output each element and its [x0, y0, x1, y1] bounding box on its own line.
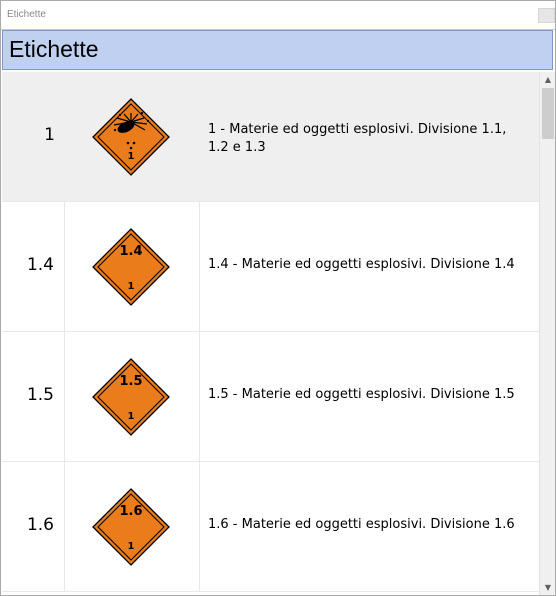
explosive-bomb-icon: 1: [92, 98, 170, 176]
svg-text:1.4: 1.4: [119, 244, 142, 259]
svg-text:1: 1: [128, 151, 135, 162]
labels-list[interactable]: 1 1 1 - Materie ed oggetti esplosivi. Di…: [2, 72, 539, 595]
window-title: Etichette: [7, 9, 46, 20]
number-cell: 1.4: [2, 202, 65, 331]
close-button[interactable]: [538, 8, 555, 23]
list-item[interactable]: 1.6 1.6 1 1.6 - Materie ed oggetti esplo…: [2, 462, 539, 592]
label-number: 1.5: [26, 385, 54, 405]
scroll-up-arrow-icon[interactable]: ▲: [540, 72, 555, 88]
vertical-scrollbar[interactable]: ▲ ▼: [539, 72, 555, 595]
scroll-down-arrow-icon[interactable]: ▼: [540, 580, 555, 595]
label-description: 1.6 - Materie ed oggetti esplosivi. Divi…: [208, 517, 515, 532]
svg-text:1: 1: [128, 281, 135, 292]
label-description: 1.5 - Materie ed oggetti esplosivi. Divi…: [208, 387, 515, 402]
label-number: 1.6: [26, 515, 54, 535]
explosive-1-5-placard-icon: 1.5 1: [92, 358, 170, 436]
label-description: 1.4 - Materie ed oggetti esplosivi. Divi…: [208, 257, 515, 272]
scrollbar-thumb[interactable]: [542, 88, 554, 139]
icon-cell: 1: [65, 72, 200, 201]
label-description: 1 - Materie ed oggetti esplosivi. Divisi…: [208, 122, 507, 155]
number-cell: 1.5: [2, 332, 65, 461]
page-title: Etichette: [9, 36, 99, 62]
icon-cell: 1.5 1: [65, 332, 200, 461]
label-number: 1: [44, 125, 55, 145]
label-number: 1.4: [26, 255, 54, 275]
icon-cell: 1.4 1: [65, 202, 200, 331]
number-cell: 1: [2, 72, 65, 201]
svg-text:1: 1: [128, 541, 135, 552]
list-item[interactable]: 1 1 1 - Materie ed oggetti esplosivi. Di…: [2, 72, 539, 202]
etichette-window: Etichette Etichette 1 1 1 - Materie ed o…: [0, 0, 556, 596]
list-item[interactable]: 1.4 1.4 1 1.4 - Materie ed oggetti esplo…: [2, 202, 539, 332]
svg-text:1.5: 1.5: [119, 374, 142, 389]
svg-text:1.6: 1.6: [119, 504, 142, 519]
list-item[interactable]: 1.5 1.5 1 1.5 - Materie ed oggetti esplo…: [2, 332, 539, 462]
svg-text:1: 1: [128, 411, 135, 422]
title-bar: Etichette: [1, 1, 555, 30]
number-cell: 1.6: [2, 462, 65, 591]
page-header: Etichette: [2, 30, 553, 70]
explosive-1-4-placard-icon: 1.4 1: [92, 228, 170, 306]
icon-cell: 1.6 1: [65, 462, 200, 591]
explosive-1-6-placard-icon: 1.6 1: [92, 488, 170, 566]
